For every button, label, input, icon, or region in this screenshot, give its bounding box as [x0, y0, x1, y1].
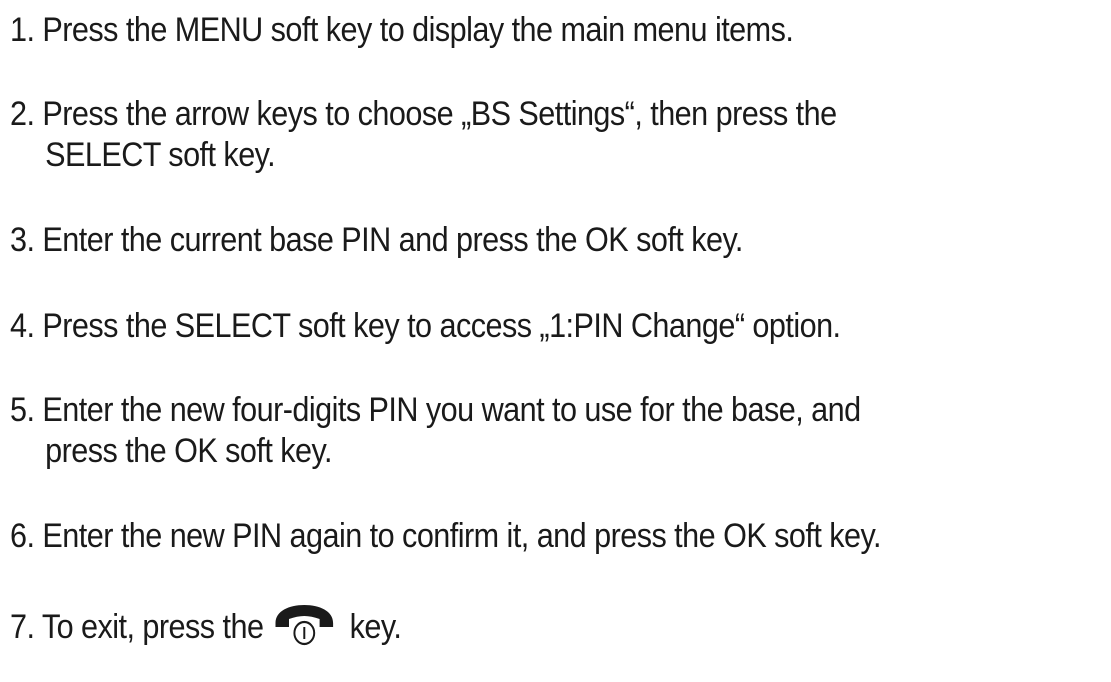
step-6: 6. Enter the new PIN again to confirm it… [10, 516, 1104, 557]
step-number: 5. [10, 391, 35, 429]
step-number: 6. [10, 517, 35, 555]
step-text: Press the SELECT soft key to access „1:P… [42, 307, 841, 345]
step-text: Enter the current base PIN and press the… [42, 221, 743, 259]
step-text: Enter the new PIN again to confirm it, a… [42, 517, 881, 555]
step-4: 4. Press the SELECT soft key to access „… [10, 306, 1104, 347]
step-text: Press the arrow keys to choose „BS Setti… [42, 95, 837, 133]
step-7: 7. To exit, press the key. [10, 602, 1104, 648]
step-text: Enter the new four-digits PIN you want t… [42, 391, 861, 429]
step-1: 1. Press the MENU soft key to display th… [10, 10, 1104, 51]
step-5: 5. Enter the new four-digits PIN you wan… [10, 390, 1104, 472]
step-2: 2. Press the arrow keys to choose „BS Se… [10, 94, 1104, 176]
step-3: 3. Enter the current base PIN and press … [10, 220, 1104, 261]
step-text-continued: press the OK soft key. [45, 432, 332, 470]
step-number: 3. [10, 221, 35, 259]
step-text-after-icon: key. [349, 608, 402, 646]
step-number: 4. [10, 307, 35, 345]
step-number: 1. [10, 11, 35, 49]
step-text-continued: SELECT soft key. [45, 136, 276, 174]
step-number: 7. [10, 608, 35, 646]
step-number: 2. [10, 95, 35, 133]
step-text: Press the MENU soft key to display the m… [42, 11, 794, 49]
end-call-key-icon [275, 605, 334, 646]
step-text-before-icon: To exit, press the [41, 608, 264, 646]
